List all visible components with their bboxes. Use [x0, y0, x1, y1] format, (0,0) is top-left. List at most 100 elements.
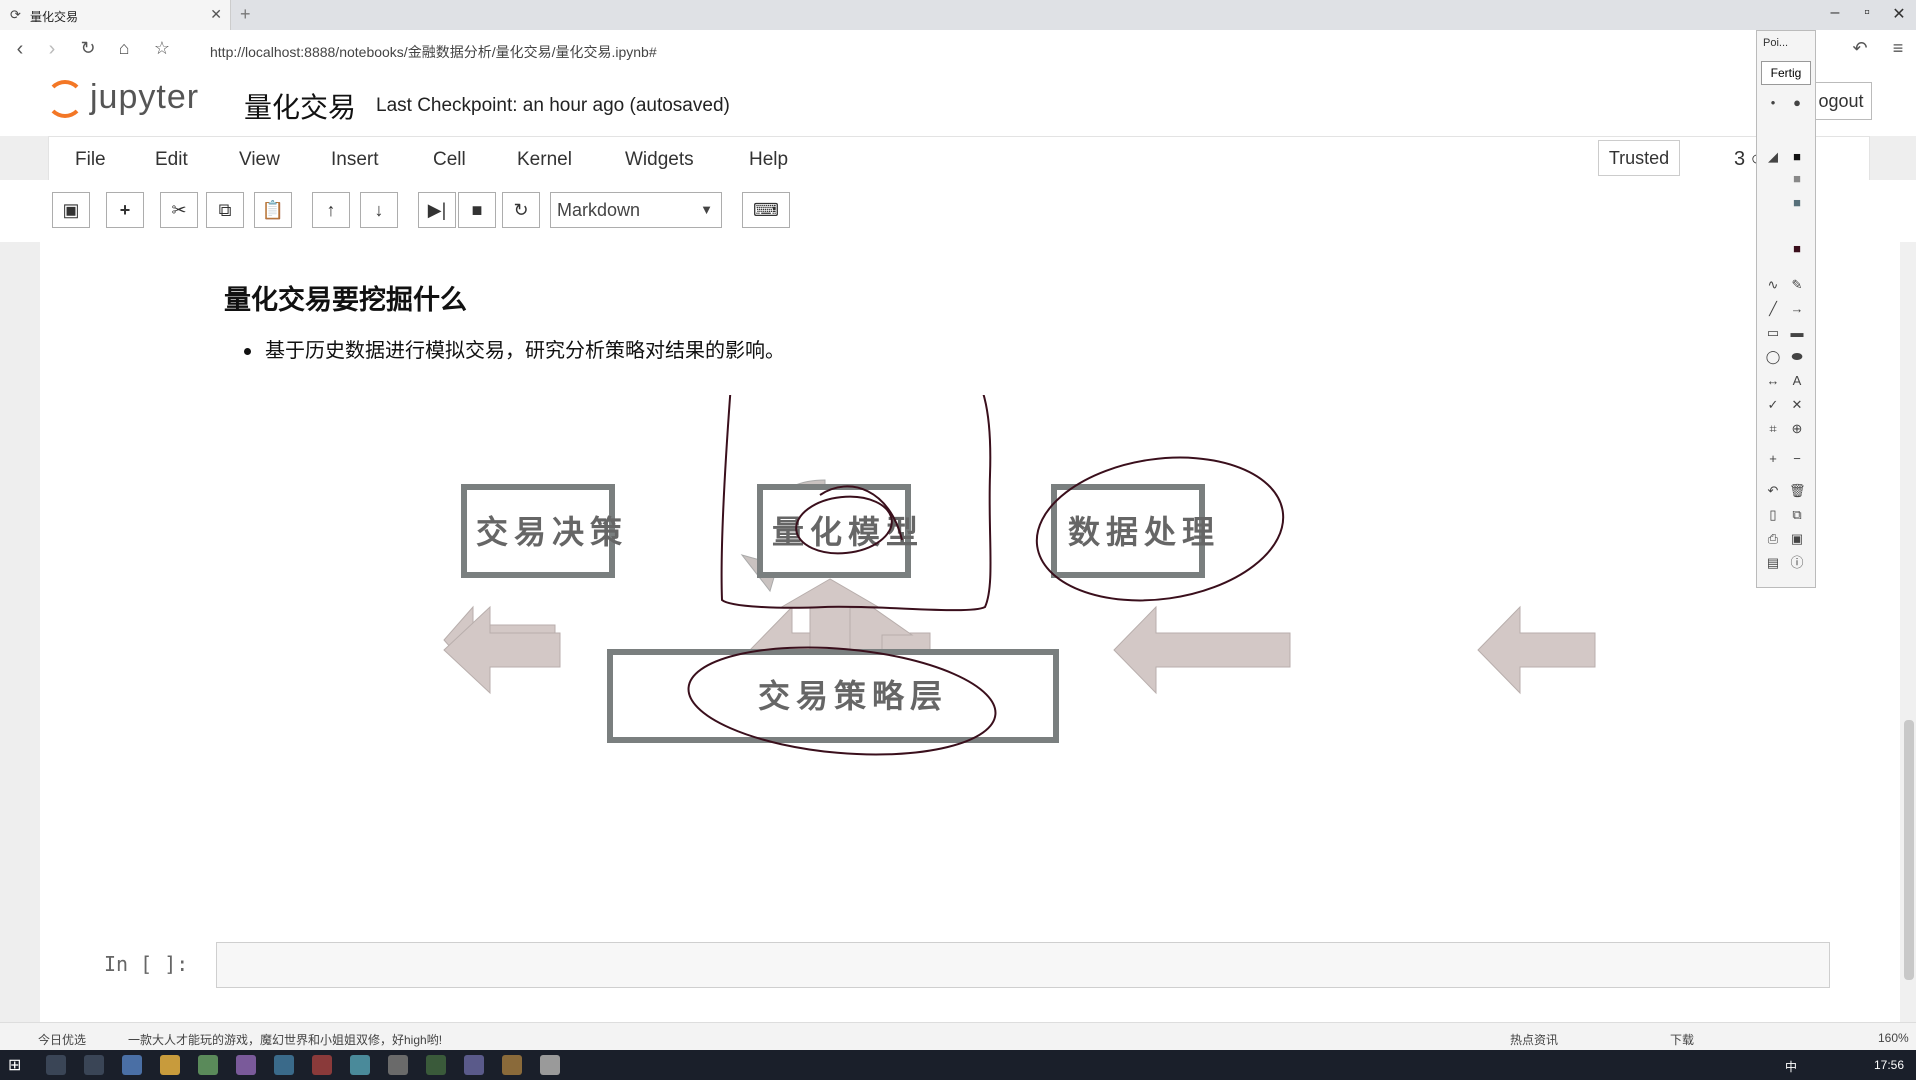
notebook-name[interactable]: 量化交易: [244, 86, 356, 126]
app-icon-10[interactable]: [502, 1055, 522, 1075]
stop-icon[interactable]: ■: [458, 192, 496, 228]
ime-indicator[interactable]: 中: [1785, 1058, 1797, 1075]
copy-page-icon[interactable]: ⧉: [1789, 507, 1805, 523]
double-arrow-icon[interactable]: ↔: [1765, 373, 1781, 389]
run-icon[interactable]: ▶|: [418, 192, 456, 228]
menu-icon[interactable]: ≡: [1884, 38, 1912, 59]
zoom-icon[interactable]: ⊕: [1789, 421, 1805, 437]
crop-icon[interactable]: ⌗: [1765, 421, 1781, 437]
palette-done-button[interactable]: Fertig: [1761, 61, 1811, 85]
ellipse-icon[interactable]: ◯: [1765, 349, 1781, 365]
filled-rectangle-icon[interactable]: ▬: [1789, 325, 1805, 341]
menu-file[interactable]: File: [75, 149, 106, 171]
app-icon-9[interactable]: [464, 1055, 484, 1075]
color-gray-icon[interactable]: ◢: [1765, 149, 1781, 165]
menu-help[interactable]: Help: [749, 149, 788, 171]
pen-medium-icon[interactable]: ●: [1789, 95, 1805, 111]
move-up-icon[interactable]: ↑: [312, 192, 350, 228]
jupyter-logo[interactable]: jupyter: [46, 78, 199, 119]
close-tab-icon[interactable]: ✕: [210, 6, 222, 23]
paste-icon[interactable]: 📋: [254, 192, 292, 228]
task-view-icon[interactable]: [84, 1055, 104, 1075]
keyboard-icon[interactable]: ⌨: [742, 192, 790, 228]
cell-type-select[interactable]: Markdown ▼: [550, 192, 722, 228]
status-news[interactable]: 一款大人才能玩的游戏，魔幻世界和小姐姐双修，好high哟!: [128, 1031, 442, 1048]
undo-tool-icon[interactable]: ↶: [1765, 483, 1781, 499]
cut-icon[interactable]: ✂: [160, 192, 198, 228]
check-icon[interactable]: ✓: [1765, 397, 1781, 413]
rectangle-icon[interactable]: ▭: [1765, 325, 1781, 341]
color-teal-icon[interactable]: ■: [1789, 195, 1805, 211]
insert-cell-icon[interactable]: +: [106, 192, 144, 228]
pen-small-icon[interactable]: •: [1765, 95, 1781, 111]
plus-icon[interactable]: +: [1765, 451, 1781, 467]
app-icon-8[interactable]: [426, 1055, 446, 1075]
color-mid-icon[interactable]: ■: [1789, 171, 1805, 187]
highlighter-icon[interactable]: ✎: [1789, 277, 1805, 293]
undo-icon[interactable]: ↶: [1846, 38, 1874, 59]
menu-widgets[interactable]: Widgets: [625, 149, 694, 171]
app-icon-11[interactable]: [540, 1055, 560, 1075]
forward-icon[interactable]: ›: [38, 38, 66, 61]
maximize-icon[interactable]: ▫: [1852, 4, 1882, 22]
status-hot-news[interactable]: 热点资讯: [1510, 1031, 1558, 1048]
close-window-icon[interactable]: ✕: [1884, 4, 1914, 24]
app-icon-7[interactable]: [388, 1055, 408, 1075]
app-icon-2[interactable]: [198, 1055, 218, 1075]
cross-icon[interactable]: ✕: [1789, 397, 1805, 413]
back-icon[interactable]: ‹: [6, 38, 34, 61]
palette-title: Poi...: [1763, 37, 1789, 49]
new-tab-icon[interactable]: +: [240, 4, 251, 25]
status-zoom[interactable]: 160%: [1878, 1031, 1909, 1045]
chevron-down-icon: ▼: [700, 202, 713, 217]
save-icon[interactable]: ▣: [52, 192, 90, 228]
start-icon[interactable]: ⊞: [8, 1055, 28, 1075]
browser-tab[interactable]: ⟳ 量化交易 ✕: [0, 0, 231, 30]
color-dark-icon[interactable]: ■: [1789, 149, 1805, 165]
trusted-badge[interactable]: Trusted: [1598, 140, 1680, 176]
search-icon[interactable]: [46, 1055, 66, 1075]
app-icon-5[interactable]: [312, 1055, 332, 1075]
text-tool-icon[interactable]: A: [1789, 373, 1805, 389]
arrow-tool-icon[interactable]: →: [1789, 301, 1805, 317]
line-icon[interactable]: ╱: [1765, 301, 1781, 317]
arrow-input-to-data: [1477, 605, 1596, 695]
scrollbar-thumb[interactable]: [1904, 720, 1914, 980]
menu-edit[interactable]: Edit: [155, 149, 188, 171]
info-icon[interactable]: ⓘ: [1789, 555, 1805, 571]
minus-icon[interactable]: −: [1789, 451, 1805, 467]
filled-ellipse-icon[interactable]: ⬬: [1789, 349, 1805, 365]
app-icon-3[interactable]: [236, 1055, 256, 1075]
menubar: File Edit View Insert Cell Kernel Widget…: [48, 136, 1870, 182]
status-download[interactable]: 下载: [1670, 1031, 1694, 1048]
new-page-icon[interactable]: ▯: [1765, 507, 1781, 523]
save-drawing-icon[interactable]: ▣: [1789, 531, 1805, 547]
minimize-icon[interactable]: –: [1820, 4, 1850, 22]
menu-view[interactable]: View: [239, 149, 280, 171]
trash-icon[interactable]: 🗑: [1789, 483, 1806, 499]
freehand-icon[interactable]: ∿: [1765, 277, 1781, 293]
home-icon[interactable]: ⌂: [110, 38, 138, 59]
label-strategy: 交易策略层: [758, 677, 948, 715]
menu-cell[interactable]: Cell: [433, 149, 466, 171]
restart-icon[interactable]: ↻: [502, 192, 540, 228]
app-icon-6[interactable]: [350, 1055, 370, 1075]
code-cell-input[interactable]: [216, 942, 1830, 988]
file-explorer-icon[interactable]: [160, 1055, 180, 1075]
image-icon[interactable]: ▤: [1765, 555, 1781, 571]
checkpoint-status: Last Checkpoint: an hour ago (autosaved): [376, 95, 730, 116]
copy-icon[interactable]: ⧉: [206, 192, 244, 228]
menu-kernel[interactable]: Kernel: [517, 149, 572, 171]
move-down-icon[interactable]: ↓: [360, 192, 398, 228]
color-maroon-icon[interactable]: ■: [1789, 241, 1805, 257]
logout-button[interactable]: ogout: [1810, 82, 1872, 120]
clock[interactable]: 17:56: [1874, 1058, 1904, 1072]
bookmark-star-icon[interactable]: ☆: [148, 38, 176, 59]
reload-icon[interactable]: ↻: [74, 38, 102, 59]
status-left-label[interactable]: 今日优选: [38, 1031, 86, 1048]
app-icon-1[interactable]: [122, 1055, 142, 1075]
app-icon-4[interactable]: [274, 1055, 294, 1075]
menu-insert[interactable]: Insert: [331, 149, 379, 171]
print-icon[interactable]: ⎙: [1765, 531, 1781, 547]
url-field[interactable]: http://localhost:8888/notebooks/金融数据分析/量…: [210, 42, 657, 62]
